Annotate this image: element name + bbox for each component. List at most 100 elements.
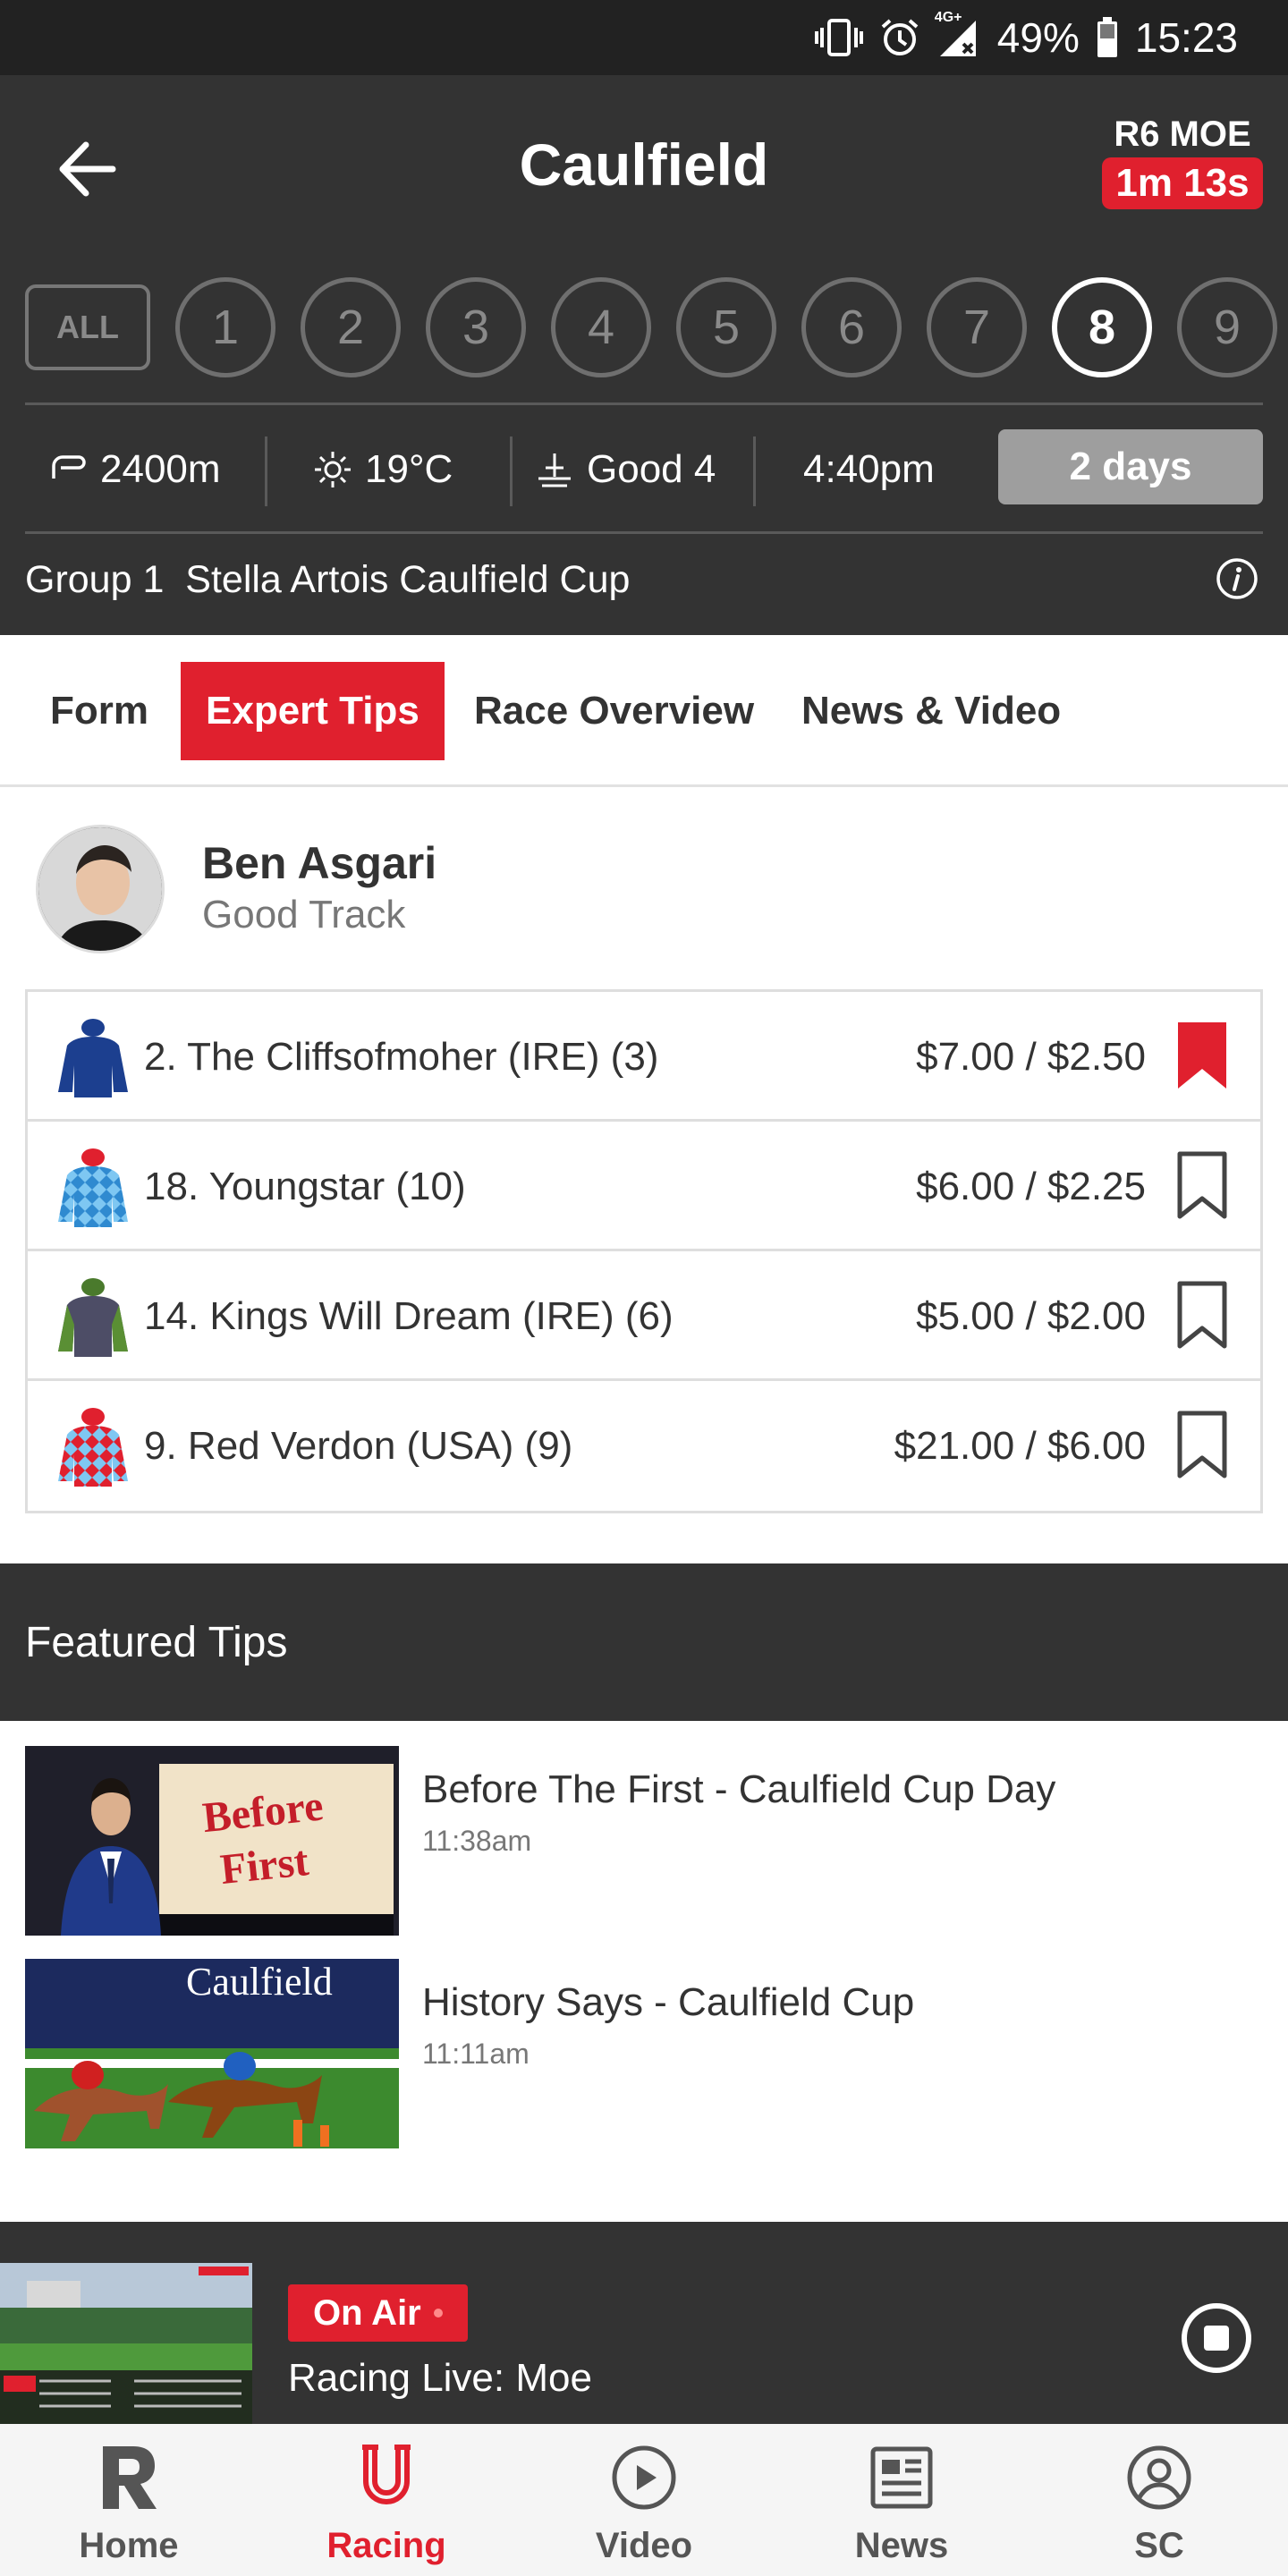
distance-info: 2400m bbox=[48, 429, 221, 510]
nav-label: Home bbox=[79, 2526, 179, 2565]
start-time-value: 4:40pm bbox=[803, 447, 935, 491]
expert-subtitle: Good Track bbox=[202, 893, 406, 936]
race-button-4[interactable]: 4 bbox=[551, 277, 651, 377]
status-bar: 4G+ 49% 15:23 bbox=[0, 0, 1288, 75]
runner-odds: $21.00 / $6.00 bbox=[894, 1423, 1146, 1468]
race-button-1[interactable]: 1 bbox=[175, 277, 275, 377]
bookmark-outline-icon[interactable] bbox=[1174, 1278, 1230, 1352]
divider bbox=[753, 436, 756, 506]
next-race-indicator[interactable]: R6 MOE 1m 13s bbox=[1102, 114, 1263, 209]
nav-home[interactable]: Home bbox=[0, 2424, 258, 2576]
tip-row[interactable]: 14. Kings Will Dream (IRE) (6) $5.00 / $… bbox=[28, 1251, 1260, 1381]
battery-percent: 49% bbox=[996, 14, 1080, 61]
race-title: Stella Artois Caulfield Cup bbox=[185, 558, 631, 601]
jockey-silk-icon bbox=[58, 1408, 128, 1487]
bottom-navigation: Home Racing Video News SC bbox=[0, 2424, 1288, 2576]
on-air-player[interactable]: On Air Racing Live: Moe bbox=[0, 2222, 1288, 2424]
battery-icon bbox=[1097, 17, 1117, 57]
track-condition-value: Good 4 bbox=[587, 447, 716, 491]
runner-name: 2. The Cliffsofmoher (IRE) (3) bbox=[144, 1034, 659, 1079]
vibrate-icon bbox=[814, 19, 863, 56]
video-thumbnail[interactable]: Caulfield bbox=[25, 1959, 399, 2148]
race-selector: ALL 1 2 3 4 5 6 7 8 9 bbox=[25, 277, 1288, 379]
nav-label: Video bbox=[595, 2526, 693, 2565]
bookmark-outline-icon[interactable] bbox=[1174, 1408, 1230, 1481]
video-title: History Says - Caulfield Cup bbox=[422, 1980, 915, 2024]
nav-video[interactable]: Video bbox=[515, 2424, 773, 2576]
next-race-countdown: 1m 13s bbox=[1102, 157, 1263, 209]
play-circle-icon bbox=[606, 2440, 682, 2515]
runner-name: 14. Kings Will Dream (IRE) (6) bbox=[144, 1293, 674, 1338]
jockey-silk-icon bbox=[58, 1019, 128, 1097]
video-thumbnail[interactable]: Before First bbox=[25, 1746, 399, 1936]
featured-tips-heading: Featured Tips bbox=[0, 1563, 1288, 1721]
horseshoe-icon bbox=[349, 2440, 424, 2515]
race-info-bar: 2400m 19°C Good 4 4:40pm 2 days bbox=[25, 429, 1263, 510]
tab-expert-tips[interactable]: Expert Tips bbox=[181, 662, 445, 760]
video-title: Before The First - Caulfield Cup Day bbox=[422, 1767, 1056, 1811]
divider bbox=[265, 436, 267, 506]
tab-form[interactable]: Form bbox=[25, 662, 174, 760]
runner-name: 18. Youngstar (10) bbox=[144, 1164, 466, 1208]
divider bbox=[510, 436, 513, 506]
tab-news-video[interactable]: News & Video bbox=[776, 662, 1086, 760]
live-stream-thumbnail[interactable] bbox=[0, 2263, 252, 2424]
tip-row[interactable]: 2. The Cliffsofmoher (IRE) (3) $7.00 / $… bbox=[28, 992, 1260, 1122]
distance-value: 2400m bbox=[100, 447, 221, 491]
video-item[interactable]: Caulfield History Says - Caulfield Cup 1… bbox=[25, 1959, 1263, 2148]
track-condition-icon bbox=[538, 453, 571, 487]
video-time: 11:38am bbox=[422, 1825, 532, 1857]
runner-odds: $7.00 / $2.50 bbox=[916, 1034, 1146, 1079]
race-button-8[interactable]: 8 bbox=[1052, 277, 1152, 377]
on-air-title: Racing Live: Moe bbox=[288, 2356, 592, 2400]
temperature-value: 19°C bbox=[365, 447, 453, 491]
race-button-3[interactable]: 3 bbox=[426, 277, 526, 377]
thumbnail-text-first: First bbox=[218, 1837, 311, 1894]
next-race-label: R6 MOE bbox=[1114, 114, 1251, 154]
race-all-button[interactable]: ALL bbox=[25, 284, 150, 370]
race-button-7[interactable]: 7 bbox=[927, 277, 1027, 377]
sun-icon bbox=[315, 452, 351, 487]
nav-label: SC bbox=[1134, 2526, 1184, 2565]
video-item[interactable]: Before First Before The First - Caulfiel… bbox=[25, 1746, 1263, 1936]
nav-label: Racing bbox=[326, 2526, 446, 2565]
nav-news[interactable]: News bbox=[773, 2424, 1030, 2576]
track-condition-info: Good 4 bbox=[535, 429, 716, 510]
clock: 15:23 bbox=[1134, 14, 1238, 61]
on-air-badge: On Air bbox=[288, 2284, 468, 2342]
race-header: Caulfield R6 MOE 1m 13s ALL 1 2 3 4 5 6 … bbox=[0, 75, 1288, 635]
race-tabs: Form Expert Tips Race Overview News & Vi… bbox=[0, 635, 1288, 787]
race-button-2[interactable]: 2 bbox=[301, 277, 401, 377]
live-dot-icon bbox=[433, 2309, 443, 2318]
thumbnail-text-caulfield: Caulfield bbox=[186, 1960, 333, 2004]
weather-info: 19°C bbox=[313, 429, 453, 510]
nav-sc-account[interactable]: SC bbox=[1030, 2424, 1288, 2576]
info-icon[interactable] bbox=[1215, 556, 1259, 601]
alarm-icon bbox=[881, 19, 919, 55]
runner-name: 9. Red Verdon (USA) (9) bbox=[144, 1423, 573, 1468]
nav-racing[interactable]: Racing bbox=[258, 2424, 515, 2576]
time-to-race-button[interactable]: 2 days bbox=[998, 429, 1263, 504]
signal-icon: 4G+ bbox=[935, 10, 981, 58]
race-group: Group 1 bbox=[25, 558, 165, 601]
divider bbox=[25, 402, 1263, 405]
race-button-9[interactable]: 9 bbox=[1177, 277, 1277, 377]
bookmark-outline-icon[interactable] bbox=[1174, 1148, 1230, 1222]
racing-r-logo-icon bbox=[91, 2440, 166, 2515]
tip-row[interactable]: 9. Red Verdon (USA) (9) $21.00 / $6.00 bbox=[28, 1381, 1260, 1511]
race-button-5[interactable]: 5 bbox=[676, 277, 776, 377]
tip-row[interactable]: 18. Youngstar (10) $6.00 / $2.25 bbox=[28, 1122, 1260, 1251]
expert-profile: Ben Asgari Good Track bbox=[36, 825, 1252, 959]
tips-list: 2. The Cliffsofmoher (IRE) (3) $7.00 / $… bbox=[25, 989, 1263, 1513]
runner-odds: $5.00 / $2.00 bbox=[916, 1293, 1146, 1338]
track-distance-icon bbox=[52, 455, 86, 479]
user-circle-icon bbox=[1122, 2440, 1197, 2515]
jockey-silk-icon bbox=[58, 1278, 128, 1357]
stop-icon[interactable] bbox=[1179, 2301, 1254, 2376]
newspaper-icon bbox=[864, 2440, 939, 2515]
avatar bbox=[36, 825, 165, 953]
expert-name: Ben Asgari bbox=[202, 838, 437, 888]
bookmark-filled-icon[interactable] bbox=[1174, 1019, 1230, 1092]
race-button-6[interactable]: 6 bbox=[801, 277, 902, 377]
tab-race-overview[interactable]: Race Overview bbox=[449, 662, 779, 760]
